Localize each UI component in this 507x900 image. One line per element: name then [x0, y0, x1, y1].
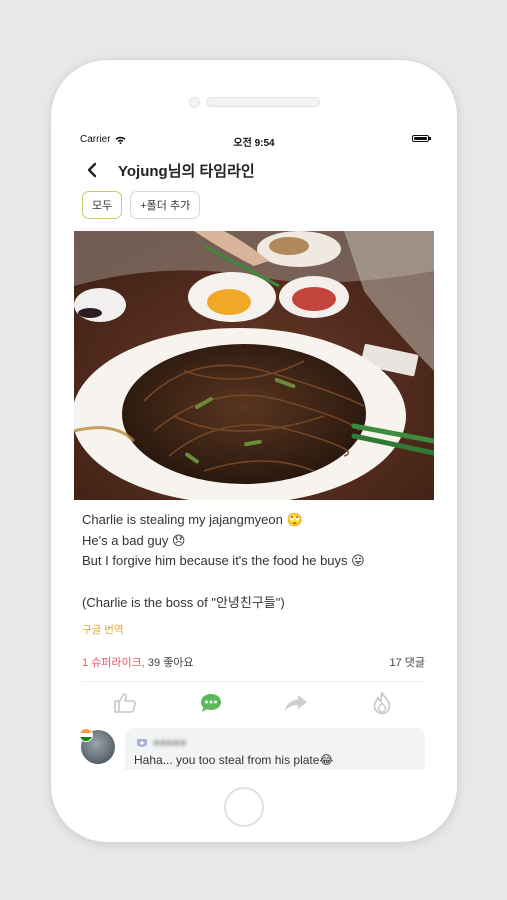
back-chevron-icon[interactable]	[83, 160, 103, 180]
superlike-button[interactable]	[367, 688, 397, 718]
google-translate-link[interactable]: 구글 번역	[82, 622, 124, 637]
home-button[interactable]	[224, 787, 264, 827]
earpiece-speaker	[206, 97, 320, 107]
caption-line: He's a bad guy 😞	[82, 532, 186, 548]
post-caption: Charlie is stealing my jajangmyeon 🙄 He'…	[82, 510, 427, 613]
comment-author[interactable]: ●●●●●	[153, 737, 186, 749]
share-icon	[285, 695, 308, 711]
post-photo[interactable]	[74, 231, 434, 500]
comment-text: Haha... you too steal from his plate😂	[134, 753, 334, 767]
caption-line: But I forgive him because it's the food …	[82, 553, 365, 568]
page-title: Yojung님의 타임라인	[118, 163, 255, 180]
navigation-bar: Yojung님의 타임라인	[73, 156, 435, 186]
jajangmyeon-photo-icon	[74, 231, 434, 500]
caption-line: Charlie is stealing my jajangmyeon 🙄	[82, 512, 303, 527]
level-badge-icon	[137, 739, 147, 747]
front-camera	[189, 97, 200, 108]
superlike-count[interactable]: 1 슈퍼라이크,	[82, 657, 145, 669]
avatar[interactable]	[79, 728, 115, 764]
like-count[interactable]: 39 좋아요	[145, 657, 194, 669]
battery-icon	[412, 135, 431, 142]
comment-count[interactable]: 17 댓글	[389, 654, 425, 670]
like-button[interactable]	[110, 688, 140, 718]
comment-preview[interactable]: ●●●●● Haha... you too steal from his pla…	[79, 728, 425, 770]
comment-bubble[interactable]: ●●●●● Haha... you too steal from his pla…	[125, 728, 425, 770]
folder-chips: 모두 +폴더 추가	[82, 191, 201, 219]
status-time: 오전 9:54	[233, 138, 275, 149]
action-bar	[82, 688, 425, 718]
app-screen: Carrier 오전 9:54 Yojung님의 타임라인 모두 +폴더 추가	[73, 126, 435, 770]
divider	[82, 681, 425, 682]
comment-button[interactable]	[196, 688, 226, 718]
add-folder-button[interactable]: +폴더 추가	[130, 191, 201, 219]
folder-chip-all[interactable]: 모두	[82, 191, 123, 219]
comment-icon	[200, 694, 221, 712]
share-button[interactable]	[281, 688, 311, 718]
flag-icon	[79, 728, 93, 742]
flame-icon	[373, 691, 391, 715]
caption-line: (Charlie is the boss of "안녕친구들")	[82, 594, 285, 610]
post-stats: 1 슈퍼라이크, 39 좋아요 17 댓글	[82, 654, 425, 670]
thumbs-up-icon	[114, 693, 136, 713]
status-bar: Carrier 오전 9:54	[73, 126, 435, 149]
phone-frame: Carrier 오전 9:54 Yojung님의 타임라인 모두 +폴더 추가	[51, 60, 457, 842]
